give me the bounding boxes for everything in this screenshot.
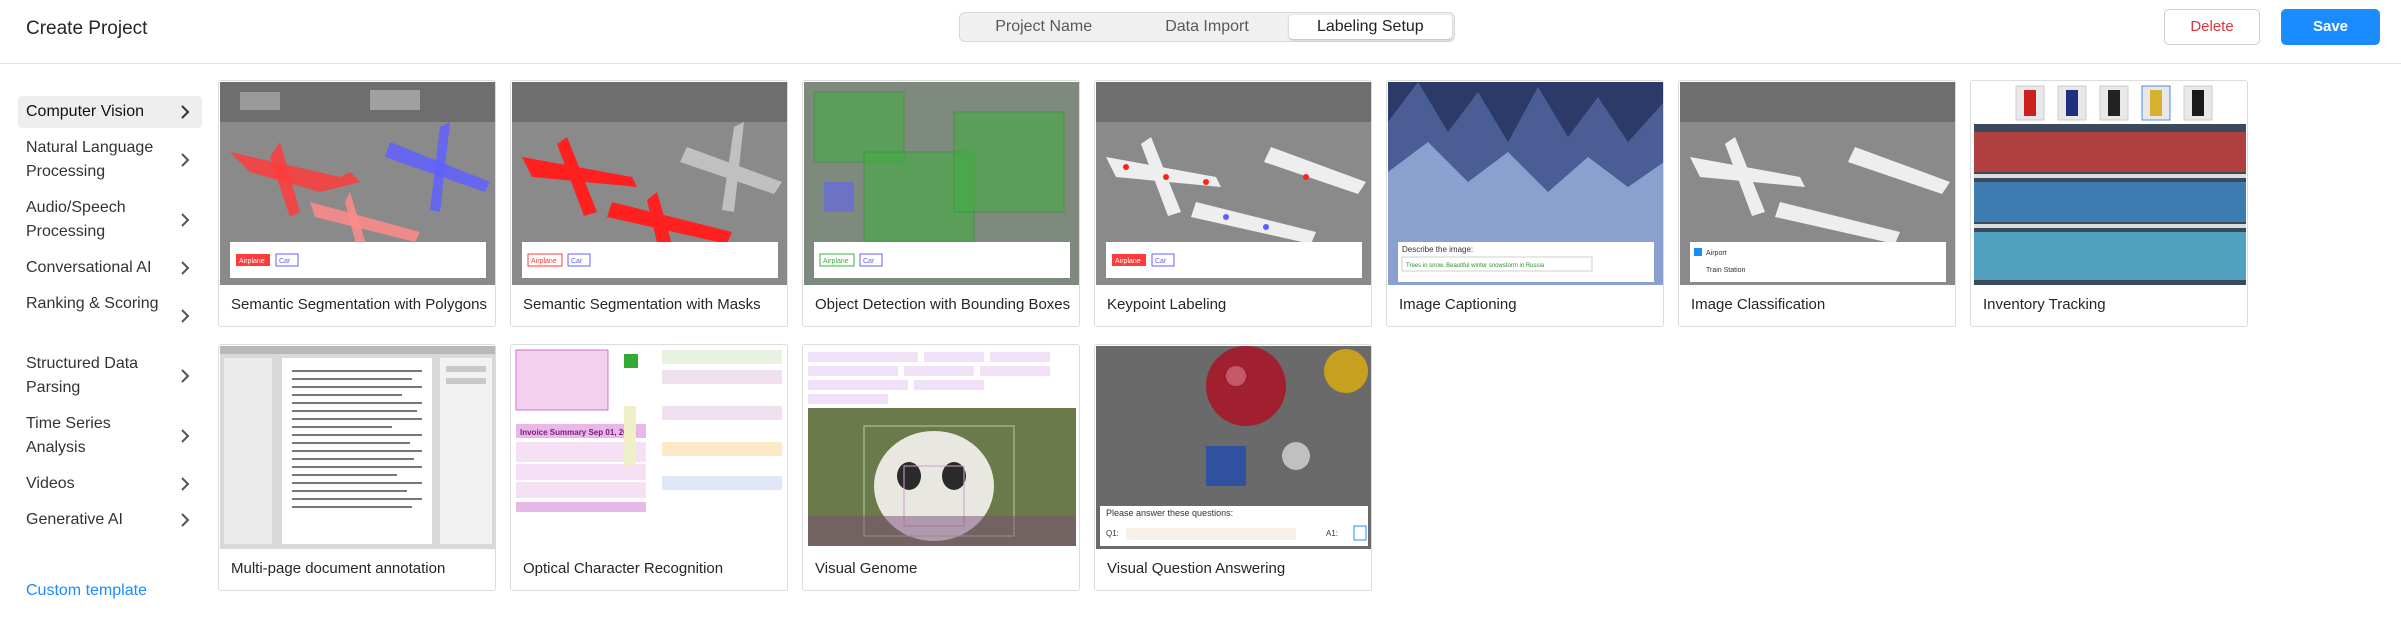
label-chip-airplane: Airplane	[239, 258, 265, 265]
thumbnail-invoice-ocr: Invoice Summary Sep 01, 2014	[512, 346, 787, 549]
template-card-image-captioning[interactable]: Describe the image: Trees in snow. Beaut…	[1386, 80, 1664, 327]
caption-prompt: Describe the image:	[1402, 245, 1473, 254]
chevron-right-icon	[181, 261, 190, 275]
chevron-right-icon	[181, 369, 190, 383]
template-card-multipage-document[interactable]: Multi-page document annotation	[218, 344, 496, 591]
template-card-title: Image Classification	[1691, 296, 1826, 313]
sidebar-item-generative-ai[interactable]: Generative AI	[18, 504, 202, 536]
thumbnail-airport-classification: Airport Train Station	[1680, 82, 1955, 285]
category-sidebar: Computer Vision Natural Language Process…	[18, 96, 202, 540]
template-card-title: Image Captioning	[1399, 296, 1517, 313]
label-chip-airplane: Airplane	[1115, 258, 1141, 265]
custom-template-link[interactable]: Custom template	[26, 582, 147, 600]
template-card-title: Visual Question Answering	[1107, 560, 1286, 577]
sidebar-item-label: Conversational AI	[26, 259, 152, 276]
template-card-semantic-segmentation-polygons[interactable]: Airplane Car Semantic Segmentation with …	[218, 80, 496, 327]
ocr-invoice-summary: Invoice Summary Sep 01, 2014	[520, 428, 637, 437]
thumbnail-store-shelves	[1972, 82, 2247, 285]
chevron-right-icon	[181, 153, 190, 167]
template-card-title: Keypoint Labeling	[1107, 296, 1227, 313]
header: Create Project Project Name Data Import …	[0, 0, 2401, 64]
template-card-inventory-tracking[interactable]: Inventory Tracking	[1970, 80, 2248, 327]
delete-button[interactable]: Delete	[2164, 9, 2260, 45]
template-card-vqa[interactable]: Please answer these questions: Q1: A1: V…	[1094, 344, 1372, 591]
thumbnail-panda-genome	[804, 346, 1079, 549]
sidebar-item-conversational-ai[interactable]: Conversational AI	[18, 252, 202, 284]
vqa-a1: A1:	[1326, 529, 1338, 538]
thumbnail-airport-keypoints: Airplane Car	[1096, 82, 1371, 285]
sidebar-item-label: Ranking & Scoring	[26, 295, 159, 312]
thumbnail-document-pages	[220, 346, 495, 549]
wizard-stepper: Project Name Data Import Labeling Setup	[959, 12, 1455, 42]
chevron-right-icon	[181, 105, 190, 119]
label-chip-car: Car	[571, 258, 583, 265]
save-button[interactable]: Save	[2281, 9, 2380, 45]
label-chip-car: Car	[863, 258, 875, 265]
template-card-title: Semantic Segmentation with Polygons	[231, 296, 487, 313]
chevron-right-icon	[181, 477, 190, 491]
chevron-right-icon	[181, 429, 190, 443]
thumbnail-vqa-spheres: Please answer these questions: Q1: A1:	[1096, 346, 1371, 549]
label-chip-airplane: Airplane	[823, 258, 849, 265]
template-card-title: Inventory Tracking	[1983, 296, 2106, 313]
template-card-title: Visual Genome	[815, 560, 918, 577]
template-card-ocr[interactable]: Invoice Summary Sep 01, 2014 Optical Cha…	[510, 344, 788, 591]
label-chip-car: Car	[1155, 258, 1167, 265]
vqa-q1: Q1:	[1106, 529, 1119, 538]
sidebar-item-structured-data[interactable]: Structured Data Parsing	[18, 348, 202, 404]
thumbnail-airport-bboxes: Airplane Car	[804, 82, 1079, 285]
template-card-keypoint-labeling[interactable]: Airplane Car Keypoint Labeling	[1094, 80, 1372, 327]
thumbnail-snowy-trees: Describe the image: Trees in snow. Beaut…	[1388, 82, 1663, 285]
label-chip-car: Car	[279, 258, 291, 265]
vqa-prompt: Please answer these questions:	[1106, 508, 1233, 518]
sidebar-item-label: Audio/Speech Processing	[26, 199, 126, 240]
sidebar-item-computer-vision[interactable]: Computer Vision	[18, 96, 202, 128]
chevron-right-icon	[181, 309, 190, 323]
label-chip-airplane: Airplane	[531, 258, 557, 265]
step-data-import[interactable]: Data Import	[1125, 15, 1288, 39]
chevron-right-icon	[181, 513, 190, 527]
sidebar-item-audio-speech[interactable]: Audio/Speech Processing	[18, 192, 202, 248]
sidebar-item-label: Computer Vision	[26, 103, 144, 120]
step-project-name[interactable]: Project Name	[962, 15, 1125, 39]
sidebar-item-videos[interactable]: Videos	[18, 468, 202, 500]
template-card-title: Object Detection with Bounding Boxes	[815, 296, 1071, 313]
sidebar-item-ranking-scoring[interactable]: Ranking & Scoring	[18, 288, 202, 344]
template-card-title: Multi-page document annotation	[231, 560, 446, 577]
template-card-visual-genome[interactable]: Visual Genome	[802, 344, 1080, 591]
caption-answer: Trees in snow. Beautiful winter snowstor…	[1406, 263, 1545, 269]
sidebar-item-label: Natural Language Processing	[26, 139, 154, 180]
template-card-image-classification[interactable]: Airport Train Station Image Classificati…	[1678, 80, 1956, 327]
thumbnail-airport-polygons: Airplane Car	[220, 82, 495, 285]
sidebar-item-nlp[interactable]: Natural Language Processing	[18, 132, 202, 188]
chevron-right-icon	[181, 213, 190, 227]
template-card-object-detection[interactable]: Airplane Car Object Detection with Bound…	[802, 80, 1080, 327]
thumbnail-airport-masks: Airplane Car	[512, 82, 787, 285]
class-option-airport: Airport	[1706, 250, 1727, 257]
class-option-train-station: Train Station	[1706, 267, 1746, 274]
sidebar-item-label: Videos	[26, 475, 75, 492]
template-card-title: Optical Character Recognition	[523, 560, 724, 577]
step-labeling-setup[interactable]: Labeling Setup	[1288, 15, 1452, 39]
sidebar-item-label: Time Series Analysis	[26, 415, 111, 456]
sidebar-item-time-series[interactable]: Time Series Analysis	[18, 408, 202, 464]
sidebar-item-label: Generative AI	[26, 511, 123, 528]
template-card-semantic-segmentation-masks[interactable]: Airplane Car Semantic Segmentation with …	[510, 80, 788, 327]
template-card-title: Semantic Segmentation with Masks	[523, 296, 761, 313]
sidebar-item-label: Structured Data Parsing	[26, 355, 139, 396]
page-title: Create Project	[26, 18, 148, 39]
